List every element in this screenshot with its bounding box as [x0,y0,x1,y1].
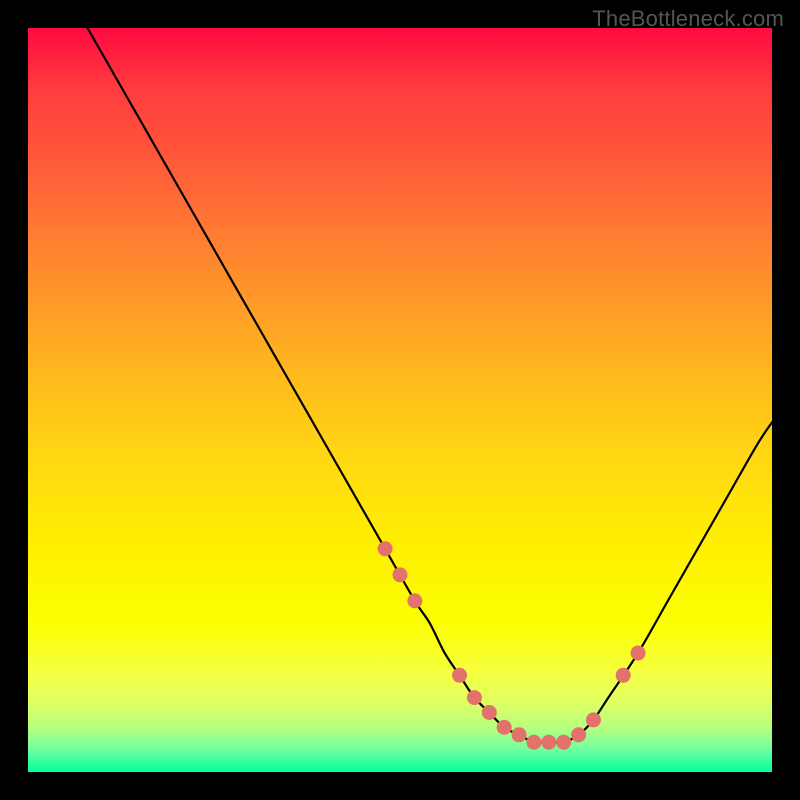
marker-point [393,567,408,582]
marker-point [556,735,571,750]
marker-point [631,645,646,660]
marker-point [482,705,497,720]
marker-point [378,541,393,556]
marker-point [541,735,556,750]
marker-point [512,727,527,742]
highlight-markers [378,541,646,749]
marker-point [452,668,467,683]
marker-point [407,593,422,608]
marker-point [586,712,601,727]
curve-svg [28,28,772,772]
plot-area [28,28,772,772]
chart-stage: TheBottleneck.com [0,0,800,800]
marker-point [571,727,586,742]
marker-point [526,735,541,750]
marker-point [616,668,631,683]
marker-point [497,720,512,735]
marker-point [467,690,482,705]
bottleneck-curve [88,28,772,743]
